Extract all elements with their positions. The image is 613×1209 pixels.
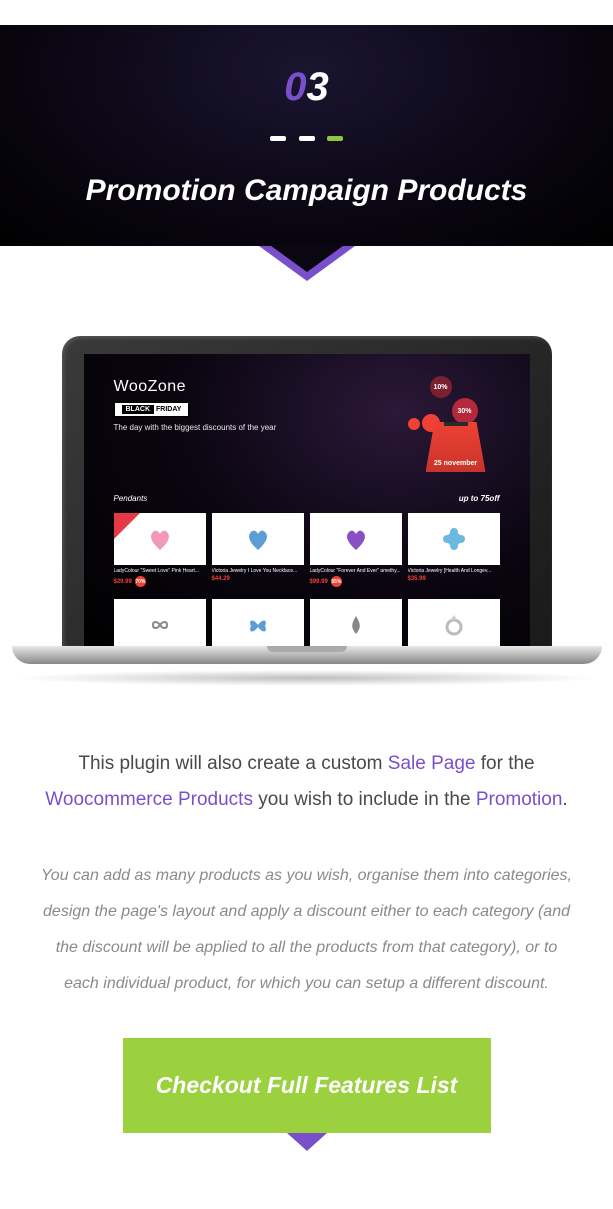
bubble-10: 10% (430, 376, 452, 398)
product-price: $29.99 (114, 579, 132, 585)
laptop-screen: WooZone BLACKFRIDAY The day with the big… (84, 354, 530, 646)
product-image (212, 513, 304, 565)
category-discount-value: 75off (481, 494, 500, 503)
product-card: LadyColour "Forever And Ever" amethy... … (310, 513, 402, 587)
product-title: Victoria Jewelry [Health And Longev... (408, 568, 500, 574)
product-price-row: $35.99 (408, 576, 500, 582)
dot-3-active (327, 136, 343, 141)
product-image (114, 599, 206, 646)
bubble-30: 30% (452, 398, 478, 424)
laptop-shadow (12, 670, 602, 686)
product-card (408, 599, 500, 646)
pendant-heart-icon (341, 524, 371, 554)
product-image (310, 513, 402, 565)
step-number: 03 (20, 65, 593, 110)
p1-part2: for the (475, 753, 534, 774)
pendant-butterfly-icon (243, 610, 273, 640)
bubble-small-2 (408, 418, 420, 430)
laptop-base (12, 646, 602, 664)
pendant-drop-icon (341, 610, 371, 640)
top-spacer (0, 0, 613, 25)
product-card (212, 599, 304, 646)
product-price-row: $29.99 70% (114, 576, 206, 587)
product-image (408, 513, 500, 565)
p1-hl-promotion: Promotion (476, 789, 563, 810)
product-card: Victoria Jewelry [Health And Longev... $… (408, 513, 500, 587)
pendant-heart-icon (145, 524, 175, 554)
product-image (310, 599, 402, 646)
category-name: Pendants (114, 494, 148, 503)
discount-chip: 70% (135, 576, 146, 587)
product-card: LadyColour "Sweet Love" Pink Heart... $2… (114, 513, 206, 587)
laptop-frame: WooZone BLACKFRIDAY The day with the big… (62, 336, 552, 646)
pendant-flower-icon (439, 524, 469, 554)
product-title: LadyColour "Sweet Love" Pink Heart... (114, 568, 206, 574)
laptop-mockup: WooZone BLACKFRIDAY The day with the big… (12, 336, 602, 686)
calendar-date: 25 november (426, 460, 486, 467)
p1-part4: . (562, 789, 567, 810)
product-image (212, 599, 304, 646)
product-image (114, 513, 206, 565)
cta-label: Checkout Full Features List (156, 1072, 458, 1098)
products-grid-row2 (84, 593, 530, 646)
product-card: Victoria Jewelry I Love You Necklace... … (212, 513, 304, 587)
hero-section: 03 Promotion Campaign Products (0, 25, 613, 246)
pendant-infinity-icon (145, 610, 175, 640)
paragraph-1: This plugin will also create a custom Sa… (38, 746, 575, 818)
p1-hl-sale-page: Sale Page (388, 753, 476, 774)
body-text: This plugin will also create a custom Sa… (0, 746, 613, 1173)
dot-1 (270, 136, 286, 141)
product-price: $99.99 (310, 579, 328, 585)
logo-woo: Woo (114, 378, 148, 395)
step-first-digit: 0 (284, 65, 306, 109)
bottom-spacer (0, 1173, 613, 1209)
category-discount-label: up to (459, 494, 479, 503)
product-card (310, 599, 402, 646)
hero-title: Promotion Campaign Products (20, 174, 593, 208)
product-card (114, 599, 206, 646)
cta-arrow-icon (287, 1133, 327, 1151)
product-title: Victoria Jewelry I Love You Necklace... (212, 568, 304, 574)
p1-hl-woo-products: Woocommerce Products (45, 789, 253, 810)
p1-part3: you wish to include in the (253, 789, 476, 810)
laptop-mockup-section: WooZone BLACKFRIDAY The day with the big… (0, 246, 613, 746)
products-grid-row1: LadyColour "Sweet Love" Pink Heart... $2… (84, 507, 530, 593)
black-friday-badge: BLACKFRIDAY (114, 402, 190, 417)
step-dots (20, 128, 593, 146)
cta-features-button[interactable]: Checkout Full Features List (123, 1038, 491, 1133)
product-price-row: $44.29 (212, 576, 304, 582)
category-discount: up to 75off (459, 494, 500, 503)
product-price-row: $99.99 55% (310, 576, 402, 587)
logo-zone: Zone (148, 378, 186, 395)
pendant-ring-icon (439, 610, 469, 640)
product-price: $35.99 (408, 576, 426, 582)
hero-arrow-icon (267, 243, 347, 272)
dot-2 (299, 136, 315, 141)
calendar-icon: 25 november (426, 422, 486, 472)
paragraph-2: You can add as many products as you wish… (38, 858, 575, 1002)
product-title: LadyColour "Forever And Ever" amethy... (310, 568, 402, 574)
pendant-heart-icon (243, 524, 273, 554)
category-bar: Pendants up to 75off (84, 490, 530, 507)
discount-chip: 55% (331, 576, 342, 587)
p1-part1: This plugin will also create a custom (78, 753, 387, 774)
badge-black: BLACK (122, 405, 155, 414)
badge-friday: FRIDAY (156, 406, 181, 413)
product-price: $44.29 (212, 576, 230, 582)
product-image (408, 599, 500, 646)
step-second-digit: 3 (307, 65, 329, 109)
